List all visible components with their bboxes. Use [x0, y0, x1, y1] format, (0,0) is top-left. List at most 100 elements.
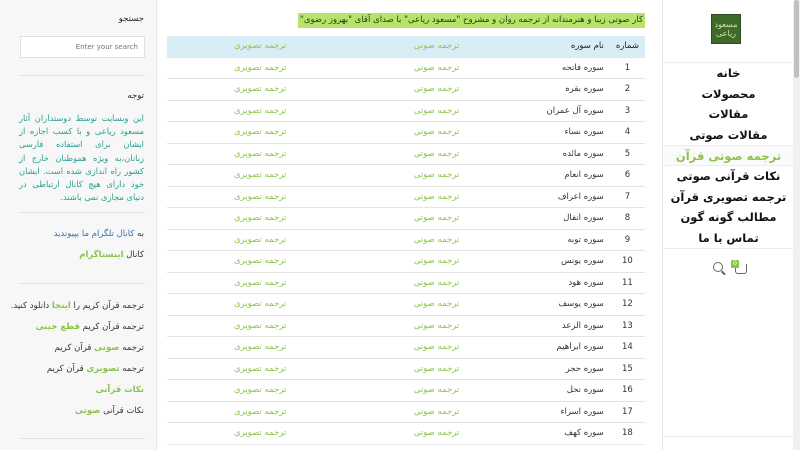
notes-audio-link[interactable]: صوتی — [75, 406, 100, 416]
image-link[interactable]: ترجمه تصویری — [167, 185, 354, 208]
row-number: 4 — [609, 121, 645, 143]
surah-name: سوره هود — [519, 271, 610, 294]
audio-link[interactable]: ترجمه صوتی — [353, 271, 520, 294]
site-logo[interactable]: مسعود ریاعی — [711, 14, 741, 44]
search-title: جستجو — [118, 14, 144, 24]
nav-item[interactable]: ترجمه تصویری قرآن — [663, 187, 794, 208]
audio-link[interactable]: ترجمه صوتی — [353, 207, 520, 229]
image-link[interactable]: ترجمه تصویری — [167, 400, 354, 423]
table-row: 7 سوره اعراف ترجمه صوتی ترجمه تصویری — [167, 185, 645, 208]
image-link[interactable]: تصویری — [86, 364, 119, 374]
table-row: 13 سوره الرعد ترجمه صوتی ترجمه تصویری — [167, 314, 645, 337]
image-line: ترجمه تصویری قرآن کریم — [46, 364, 144, 374]
nav-item[interactable]: ترجمه صوتی قرآن — [663, 145, 794, 166]
audio-link[interactable]: ترجمه صوتی — [353, 228, 520, 251]
image-link[interactable]: ترجمه تصویری — [167, 142, 354, 165]
audio-link[interactable]: ترجمه صوتی — [353, 99, 520, 122]
nav-item[interactable]: محصولات — [663, 84, 794, 105]
row-number: 9 — [609, 228, 645, 251]
surah-table: شماره نام سوره ترجمه صوتی ترجمه تصویری 1… — [167, 36, 645, 445]
surah-name: سوره اسراء — [519, 400, 610, 423]
audio-link[interactable]: ترجمه صوتی — [353, 293, 520, 315]
instagram-link[interactable]: اینستاگرام — [79, 250, 123, 260]
audio-link[interactable]: ترجمه صوتی — [353, 250, 520, 272]
audio-link[interactable]: ترجمه صوتی — [353, 121, 520, 143]
notice-title: توجه — [127, 91, 144, 101]
image-link[interactable]: ترجمه تصویری — [167, 78, 354, 100]
row-number: 18 — [609, 422, 645, 444]
notes-audio-line: نکات قرآنی صوتی — [75, 406, 144, 416]
image-link[interactable]: ترجمه تصویری — [167, 379, 354, 401]
cart-count-badge: 0 — [731, 260, 739, 268]
surah-name: سوره نحل — [519, 379, 610, 401]
audio-link[interactable]: ترجمه صوتی — [353, 78, 520, 100]
row-number: 2 — [609, 78, 645, 100]
nav-item[interactable]: مقالات — [663, 104, 794, 125]
table-row: 10 سوره یونس ترجمه صوتی ترجمه تصویری — [167, 250, 645, 272]
surah-name: سوره نساء — [519, 121, 610, 143]
image-link[interactable]: ترجمه تصویری — [167, 314, 354, 337]
surah-name: سوره حجر — [519, 357, 610, 380]
row-number: 11 — [609, 271, 645, 294]
image-link[interactable]: ترجمه تصویری — [167, 56, 354, 79]
table-row: 3 سوره آل عمران ترجمه صوتی ترجمه تصویری — [167, 99, 645, 122]
audio-link[interactable]: ترجمه صوتی — [353, 142, 520, 165]
audio-link[interactable]: ترجمه صوتی — [353, 336, 520, 358]
download-link[interactable]: اینجا — [52, 301, 71, 311]
audio-link[interactable]: ترجمه صوتی — [353, 357, 520, 380]
telegram-link[interactable]: کانال تلگرام — [92, 229, 135, 239]
nav-item[interactable]: نکات قرآنی صوتی — [663, 166, 794, 187]
nav-item[interactable]: مطالب گونه گون — [663, 207, 794, 228]
surah-name: سوره توبه — [519, 228, 610, 251]
image-link[interactable]: ترجمه تصویری — [167, 357, 354, 380]
pocket-link[interactable]: قطع جیبی — [36, 322, 80, 332]
row-number: 17 — [609, 400, 645, 423]
scrollbar[interactable] — [793, 0, 800, 450]
nav-item[interactable]: تماس با ما — [663, 228, 794, 249]
audio-link[interactable]: ترجمه صوتی — [353, 164, 520, 186]
row-number: 16 — [609, 379, 645, 401]
audio-link[interactable]: ترجمه صوتی — [353, 379, 520, 401]
image-link[interactable]: ترجمه تصویری — [167, 99, 354, 122]
surah-name: سوره انعام — [519, 164, 610, 186]
divider — [663, 436, 794, 437]
scrollbar-thumb[interactable] — [794, 0, 799, 78]
image-link[interactable]: ترجمه تصویری — [167, 293, 354, 315]
surah-name: سوره فاتحه — [519, 56, 610, 79]
image-link[interactable]: ترجمه تصویری — [167, 164, 354, 186]
surah-name: سوره ابراهیم — [519, 336, 610, 358]
image-link[interactable]: ترجمه تصویری — [167, 250, 354, 272]
intro-banner: کار صوتی زیبا و هنرمندانه از ترجمه روان … — [297, 13, 645, 28]
divider — [20, 212, 145, 213]
row-number: 7 — [609, 185, 645, 208]
search-icon[interactable] — [713, 262, 723, 272]
main-content: کار صوتی زیبا و هنرمندانه از ترجمه روان … — [157, 0, 662, 450]
image-link[interactable]: ترجمه تصویری — [167, 121, 354, 143]
notes-link[interactable]: نکات قرآنی — [96, 385, 144, 395]
image-link[interactable]: ترجمه تصویری — [167, 228, 354, 251]
table-row: 8 سوره انفال ترجمه صوتی ترجمه تصویری — [167, 207, 645, 229]
surah-name: سوره انفال — [519, 207, 610, 229]
audio-link[interactable]: صوتی — [94, 343, 119, 353]
header-name: نام سوره — [570, 41, 604, 52]
image-link[interactable]: ترجمه تصویری — [167, 422, 354, 444]
audio-link[interactable]: ترجمه صوتی — [353, 185, 520, 208]
pocket-line: ترجمه قرآن کریم قطع جیبی — [35, 322, 144, 332]
search-input[interactable] — [20, 36, 145, 58]
audio-link[interactable]: ترجمه صوتی — [353, 422, 520, 444]
audio-link[interactable]: ترجمه صوتی — [353, 56, 520, 79]
image-link[interactable]: ترجمه تصویری — [167, 271, 354, 294]
row-number: 8 — [609, 207, 645, 229]
surah-name: سوره کهف — [519, 422, 610, 444]
notice-text: این وبسایت توسط دوستداران آثار مسعود ریا… — [19, 113, 144, 203]
surah-name: سوره مائده — [519, 142, 610, 165]
row-number: 15 — [609, 357, 645, 380]
divider — [20, 283, 145, 284]
audio-link[interactable]: ترجمه صوتی — [353, 400, 520, 423]
row-number: 10 — [609, 250, 645, 272]
nav-item[interactable]: خانه — [663, 63, 794, 84]
image-link[interactable]: ترجمه تصویری — [167, 207, 354, 229]
image-link[interactable]: ترجمه تصویری — [167, 336, 354, 358]
audio-link[interactable]: ترجمه صوتی — [353, 314, 520, 337]
nav-item[interactable]: مقالات صوتی — [663, 125, 794, 146]
